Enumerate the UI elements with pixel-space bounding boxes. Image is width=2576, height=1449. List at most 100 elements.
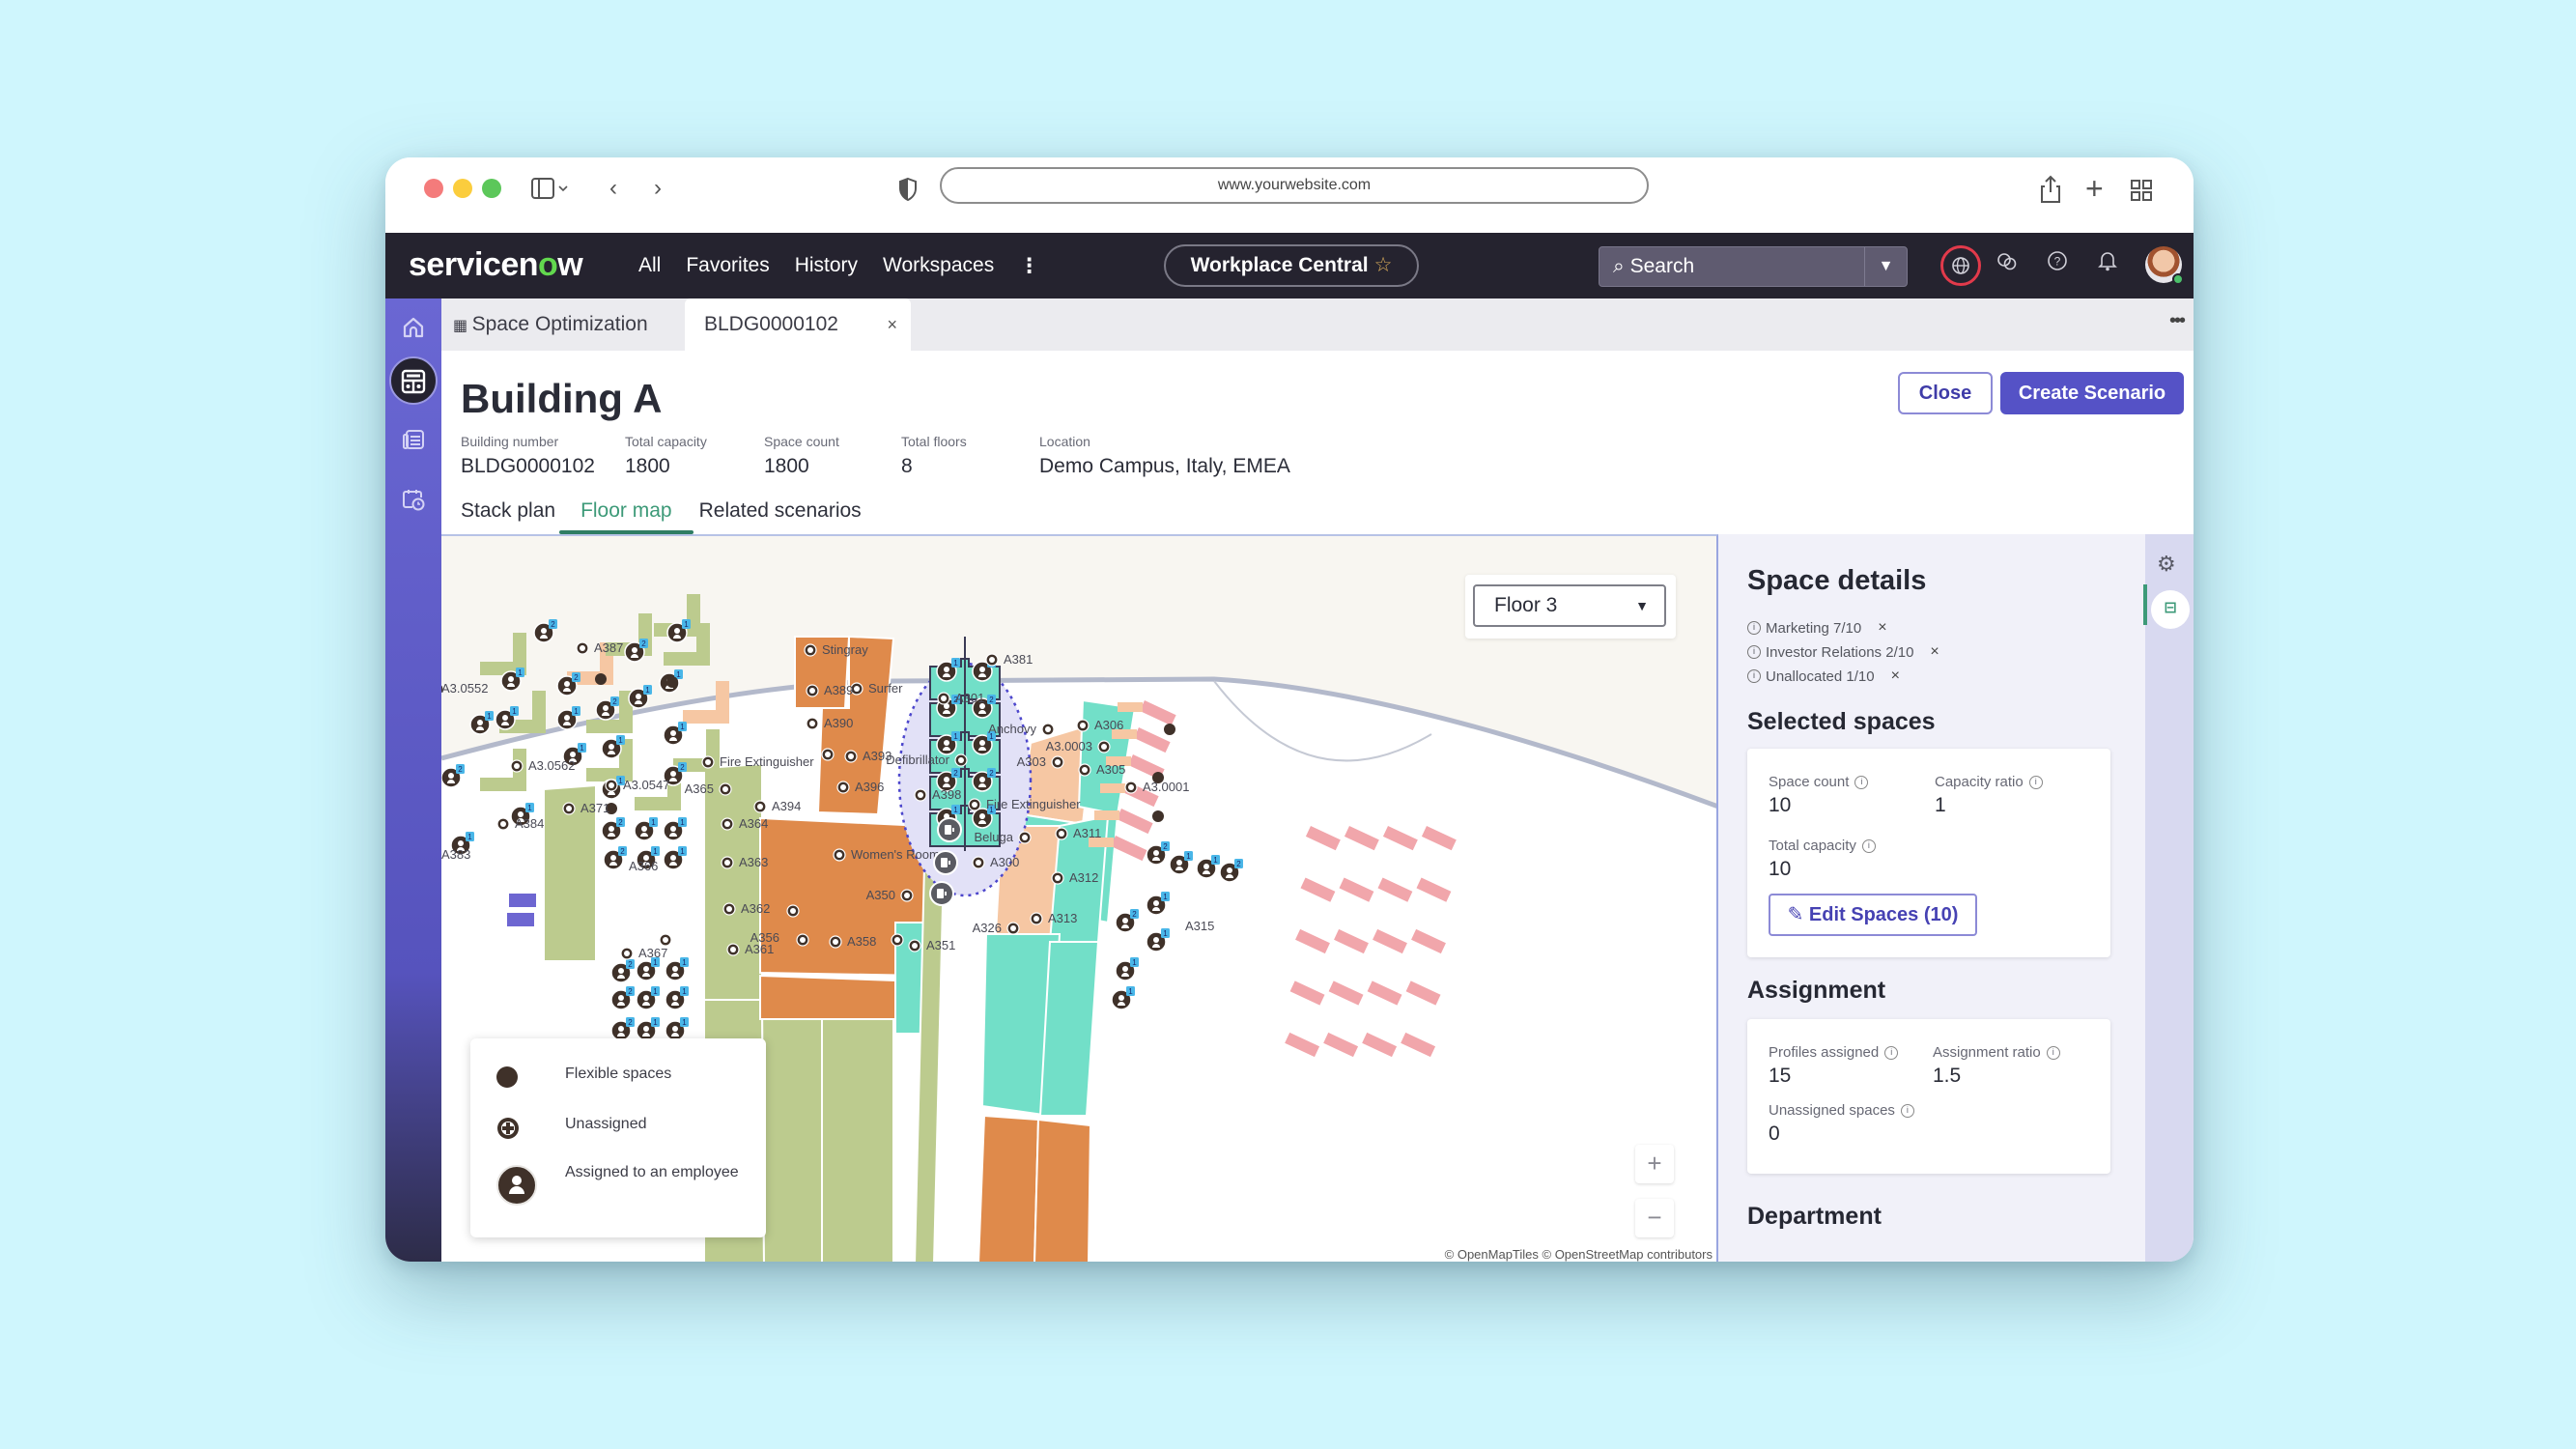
unassigned-space-marker[interactable] [659, 933, 672, 947]
unassigned-space-marker[interactable] [829, 935, 842, 949]
forward-icon[interactable]: › [654, 175, 662, 202]
unassigned-space-marker[interactable] [833, 848, 846, 862]
unassigned-space-marker[interactable] [972, 856, 985, 869]
room[interactable] [760, 998, 823, 1262]
close-button[interactable]: Close [1898, 372, 1993, 414]
unassigned-space-marker[interactable] [1055, 827, 1068, 840]
unassigned-space-marker[interactable] [496, 817, 510, 831]
elevator-icon[interactable] [937, 817, 962, 842]
home-icon[interactable] [394, 308, 433, 347]
tab-bldg0000102[interactable]: BLDG0000102 × [685, 298, 911, 351]
unassigned-space-marker[interactable] [753, 800, 767, 813]
desk[interactable] [507, 913, 534, 926]
unassigned-space-marker[interactable] [1051, 871, 1064, 885]
maximize-window-button[interactable] [482, 179, 501, 198]
unassigned-space-marker[interactable] [914, 788, 927, 802]
desk[interactable] [1100, 783, 1125, 793]
assigned-desk-marker[interactable]: 2 [556, 672, 580, 696]
help-icon[interactable]: ? [2041, 250, 2074, 283]
unassigned-space-marker[interactable] [1006, 922, 1020, 935]
unassigned-space-marker[interactable] [937, 692, 950, 705]
unassigned-space-marker[interactable] [908, 939, 921, 952]
subtab-floor-map[interactable]: Floor map [559, 499, 694, 534]
remove-chip-icon[interactable]: × [1930, 643, 1939, 661]
nav-all[interactable]: All [638, 254, 661, 278]
unassigned-space-marker[interactable] [605, 779, 618, 792]
info-icon[interactable]: i [1884, 1045, 1899, 1060]
desk[interactable] [1118, 702, 1143, 712]
unassigned-space-marker[interactable] [719, 782, 732, 796]
subtab-related-scenarios[interactable]: Related scenarios [699, 499, 881, 534]
unassigned-space-marker[interactable] [562, 802, 576, 815]
new-tab-icon[interactable]: + [2085, 173, 2104, 204]
star-icon[interactable]: ☆ [1374, 254, 1393, 276]
calendar-clock-icon[interactable] [394, 480, 433, 519]
workspace-pill[interactable]: Workplace Central ☆ [1164, 244, 1419, 287]
info-icon[interactable]: i [2046, 1045, 2060, 1060]
room[interactable] [759, 974, 896, 1020]
unassigned-space-marker[interactable] [722, 902, 736, 916]
share-icon[interactable] [2039, 175, 2062, 211]
assigned-desk-marker[interactable]: 1 [628, 685, 652, 709]
servicenow-logo[interactable]: servicenow [409, 246, 583, 284]
global-search[interactable]: ⌕ Search ▼ [1599, 246, 1908, 287]
flexible-space-marker[interactable] [1152, 810, 1164, 822]
unassigned-space-marker[interactable] [721, 817, 734, 831]
unassigned-space-marker[interactable] [806, 717, 819, 730]
unassigned-space-marker[interactable] [985, 653, 999, 667]
back-icon[interactable]: ‹ [609, 175, 617, 202]
nav-favorites[interactable]: Favorites [686, 254, 769, 278]
room[interactable] [821, 1009, 894, 1262]
unassigned-space-marker[interactable] [891, 933, 904, 947]
flexible-space-marker[interactable] [595, 673, 607, 685]
desk[interactable] [1094, 810, 1119, 820]
unassigned-space-marker[interactable] [1051, 755, 1064, 769]
unassigned-space-marker[interactable] [1041, 723, 1055, 736]
unassigned-space-marker[interactable] [1076, 719, 1090, 732]
map-attribution[interactable]: © OpenMapTiles © OpenStreetMap contribut… [1440, 1247, 1716, 1262]
close-tab-icon[interactable]: × [887, 298, 897, 351]
desk[interactable] [509, 894, 536, 907]
user-avatar[interactable] [2145, 246, 2184, 285]
search-input[interactable]: Search [1630, 255, 1695, 277]
address-bar[interactable]: www.yourwebsite.com [940, 167, 1649, 204]
unassigned-space-marker[interactable] [1018, 831, 1032, 844]
chat-icon[interactable] [1991, 250, 2024, 283]
nav-more-icon[interactable]: ⋮ [1019, 254, 1039, 278]
unassigned-space-marker[interactable] [968, 798, 981, 811]
unassigned-space-marker[interactable] [1030, 912, 1043, 925]
unassigned-space-marker[interactable] [844, 750, 858, 763]
remove-chip-icon[interactable]: × [1891, 668, 1900, 685]
info-icon[interactable]: i [1854, 775, 1869, 789]
assigned-desk-marker[interactable]: 2 [533, 619, 557, 643]
zoom-out-button[interactable]: − [1635, 1199, 1674, 1237]
floor-map[interactable]: 1 1 2 2 1 1 2 2 1 1 1 2 1 1 2 1 1 2 1 1 2 1 1 2 1 1 2 1 1 2 1 1 2 1 1 2 1 1 2… [441, 534, 1718, 1262]
unassigned-space-marker[interactable] [721, 856, 734, 869]
unassigned-space-marker[interactable] [726, 943, 740, 956]
unassigned-space-marker[interactable] [796, 933, 809, 947]
unassigned-space-marker[interactable] [1124, 781, 1138, 794]
minimize-window-button[interactable] [453, 179, 472, 198]
space-optimization-icon[interactable] [389, 356, 438, 405]
assigned-desk-marker[interactable]: 2 [624, 639, 648, 663]
unassigned-space-marker[interactable] [804, 643, 817, 657]
unassigned-space-marker[interactable] [1078, 763, 1091, 777]
notifications-bell-icon[interactable] [2091, 250, 2124, 283]
close-window-button[interactable] [424, 179, 443, 198]
settings-gear-icon[interactable]: ⚙ [2157, 552, 2176, 577]
tab-overview-icon[interactable] [2130, 179, 2153, 209]
unassigned-space-marker[interactable] [821, 748, 835, 761]
unassigned-space-marker[interactable] [954, 753, 968, 767]
room[interactable] [703, 762, 763, 1001]
nav-history[interactable]: History [795, 254, 858, 278]
unassigned-space-marker[interactable] [576, 641, 589, 655]
info-icon[interactable]: i [1900, 1103, 1914, 1118]
unassigned-space-marker[interactable] [620, 947, 634, 960]
unassigned-space-marker[interactable] [836, 781, 850, 794]
flexible-space-marker[interactable] [1164, 724, 1175, 735]
shield-icon[interactable] [897, 177, 919, 209]
unassigned-space-marker[interactable] [701, 755, 715, 769]
unassigned-space-marker[interactable] [786, 904, 800, 918]
create-scenario-button[interactable]: Create Scenario [2000, 372, 2184, 414]
unassigned-space-marker[interactable] [806, 684, 819, 697]
